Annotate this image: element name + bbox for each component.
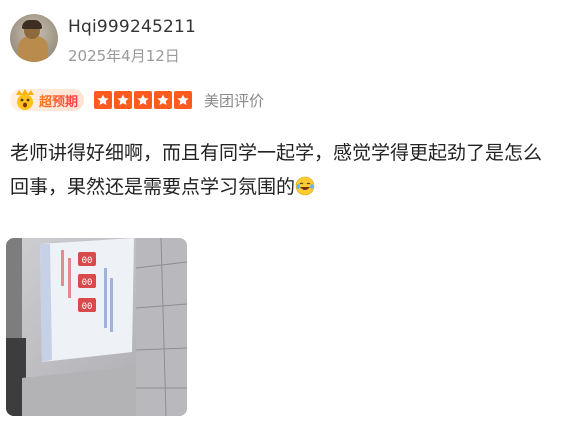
badge-label: 超预期 [39, 91, 78, 110]
avatar-hair [22, 20, 42, 29]
svg-text:00: 00 [82, 302, 93, 312]
avatar[interactable] [10, 14, 58, 62]
star-icon [154, 91, 173, 109]
review-source: 美团评价 [204, 91, 265, 110]
review-text: 老师讲得好细啊，而且有同学一起学，感觉学得更起劲了是怎么回事，果然还是需要点学习… [10, 142, 543, 198]
star-rating [94, 91, 194, 109]
classroom-photo-image: 00 00 00 [6, 238, 187, 416]
svg-text:00: 00 [82, 256, 93, 266]
review-photo[interactable]: 00 00 00 [6, 238, 187, 416]
star-icon [174, 91, 193, 109]
avatar-figure [18, 36, 48, 62]
star-icon [94, 91, 113, 109]
star-icon [114, 91, 133, 109]
svg-text:00: 00 [82, 278, 93, 288]
rating-row: 超预期 美团评价 [10, 88, 264, 112]
star-icon [134, 91, 153, 109]
review-text-block: 老师讲得好细啊，而且有同学一起学，感觉学得更起劲了是怎么回事，果然还是需要点学习… [10, 136, 558, 204]
review-date: 2025年4月12日 [68, 47, 180, 65]
username[interactable]: Hqi999245211 [68, 17, 196, 37]
exceed-expectation-badge: 超预期 [10, 89, 85, 111]
tears-of-joy-emoji-icon [295, 173, 315, 196]
surprised-face-icon [13, 89, 37, 111]
